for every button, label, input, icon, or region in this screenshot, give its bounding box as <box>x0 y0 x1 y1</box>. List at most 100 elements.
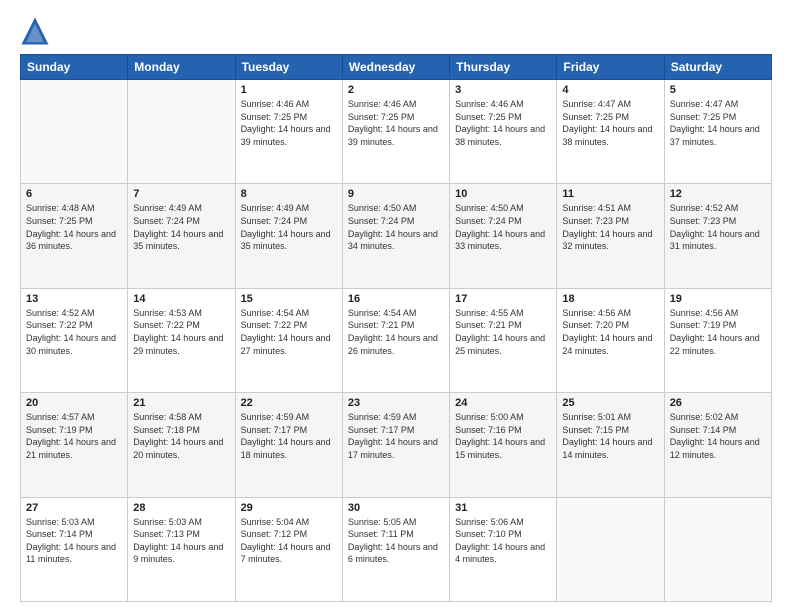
day-info: Sunrise: 4:56 AM Sunset: 7:20 PM Dayligh… <box>562 307 658 357</box>
day-number: 7 <box>133 188 229 200</box>
day-cell: 9 Sunrise: 4:50 AM Sunset: 7:24 PM Daylig… <box>342 184 449 288</box>
col-header-saturday: Saturday <box>664 55 771 80</box>
day-cell: 26Sunrise: 5:02 AM Sunset: 7:14 PM Dayli… <box>664 393 771 497</box>
day-cell: 17 Sunrise: 4:55 AM Sunset: 7:21 PM Dayli… <box>450 288 557 392</box>
day-number: 22 <box>241 397 337 409</box>
page: SundayMondayTuesdayWednesdayThursdayFrid… <box>0 0 792 612</box>
day-number: 19 <box>670 293 766 305</box>
week-row-4: 20 Sunrise: 4:57 AM Sunset: 7:19 PM Dayli… <box>21 393 772 497</box>
day-cell: 13Sunrise: 4:52 AM Sunset: 7:22 PM Dayli… <box>21 288 128 392</box>
day-info: Sunrise: 4:56 AM Sunset: 7:19 PM Dayligh… <box>670 307 766 357</box>
day-info: Sunrise: 4:46 AM Sunset: 7:25 PM Dayligh… <box>241 98 337 148</box>
day-number: 23 <box>348 397 444 409</box>
day-cell: 10Sunrise: 4:50 AM Sunset: 7:24 PM Dayli… <box>450 184 557 288</box>
day-info: Sunrise: 5:03 AM Sunset: 7:13 PM Dayligh… <box>133 516 229 566</box>
day-number: 6 <box>26 188 122 200</box>
day-cell: 18 Sunrise: 4:56 AM Sunset: 7:20 PM Dayli… <box>557 288 664 392</box>
day-info: Sunrise: 4:55 AM Sunset: 7:21 PM Dayligh… <box>455 307 551 357</box>
day-cell: 27 Sunrise: 5:03 AM Sunset: 7:14 PM Dayli… <box>21 497 128 601</box>
day-number: 13 <box>26 293 122 305</box>
day-cell: 30 Sunrise: 5:05 AM Sunset: 7:11 PM Dayli… <box>342 497 449 601</box>
day-cell: 2 Sunrise: 4:46 AM Sunset: 7:25 PM Daylig… <box>342 80 449 184</box>
day-info: Sunrise: 4:48 AM Sunset: 7:25 PM Dayligh… <box>26 202 122 252</box>
day-info: Sunrise: 4:54 AM Sunset: 7:22 PM Dayligh… <box>241 307 337 357</box>
day-cell: 7 Sunrise: 4:49 AM Sunset: 7:24 PM Daylig… <box>128 184 235 288</box>
day-cell: 5 Sunrise: 4:47 AM Sunset: 7:25 PM Daylig… <box>664 80 771 184</box>
day-cell: 15 Sunrise: 4:54 AM Sunset: 7:22 PM Dayli… <box>235 288 342 392</box>
day-number: 20 <box>26 397 122 409</box>
day-info: Sunrise: 4:52 AM Sunset: 7:23 PM Dayligh… <box>670 202 766 252</box>
logo <box>20 16 52 46</box>
calendar: SundayMondayTuesdayWednesdayThursdayFrid… <box>20 54 772 602</box>
header-row: SundayMondayTuesdayWednesdayThursdayFrid… <box>21 55 772 80</box>
day-cell <box>664 497 771 601</box>
day-info: Sunrise: 4:58 AM Sunset: 7:18 PM Dayligh… <box>133 411 229 461</box>
day-number: 3 <box>455 84 551 96</box>
day-info: Sunrise: 4:54 AM Sunset: 7:21 PM Dayligh… <box>348 307 444 357</box>
day-number: 9 <box>348 188 444 200</box>
day-number: 24 <box>455 397 551 409</box>
day-cell: 8Sunrise: 4:49 AM Sunset: 7:24 PM Daylig… <box>235 184 342 288</box>
day-cell: 11 Sunrise: 4:51 AM Sunset: 7:23 PM Dayli… <box>557 184 664 288</box>
day-number: 27 <box>26 502 122 514</box>
day-number: 15 <box>241 293 337 305</box>
day-info: Sunrise: 4:51 AM Sunset: 7:23 PM Dayligh… <box>562 202 658 252</box>
day-number: 30 <box>348 502 444 514</box>
day-cell: 23Sunrise: 4:59 AM Sunset: 7:17 PM Dayli… <box>342 393 449 497</box>
day-cell <box>21 80 128 184</box>
col-header-sunday: Sunday <box>21 55 128 80</box>
day-number: 17 <box>455 293 551 305</box>
day-cell: 4Sunrise: 4:47 AM Sunset: 7:25 PM Daylig… <box>557 80 664 184</box>
day-info: Sunrise: 5:03 AM Sunset: 7:14 PM Dayligh… <box>26 516 122 566</box>
day-info: Sunrise: 5:01 AM Sunset: 7:15 PM Dayligh… <box>562 411 658 461</box>
col-header-tuesday: Tuesday <box>235 55 342 80</box>
day-info: Sunrise: 4:50 AM Sunset: 7:24 PM Dayligh… <box>348 202 444 252</box>
day-cell: 25 Sunrise: 5:01 AM Sunset: 7:15 PM Dayli… <box>557 393 664 497</box>
day-cell: 12 Sunrise: 4:52 AM Sunset: 7:23 PM Dayli… <box>664 184 771 288</box>
day-cell: 1Sunrise: 4:46 AM Sunset: 7:25 PM Daylig… <box>235 80 342 184</box>
day-cell: 31Sunrise: 5:06 AM Sunset: 7:10 PM Dayli… <box>450 497 557 601</box>
day-cell: 28 Sunrise: 5:03 AM Sunset: 7:13 PM Dayli… <box>128 497 235 601</box>
day-number: 8 <box>241 188 337 200</box>
day-info: Sunrise: 4:49 AM Sunset: 7:24 PM Dayligh… <box>133 202 229 252</box>
day-cell: 19 Sunrise: 4:56 AM Sunset: 7:19 PM Dayli… <box>664 288 771 392</box>
week-row-1: 1Sunrise: 4:46 AM Sunset: 7:25 PM Daylig… <box>21 80 772 184</box>
day-info: Sunrise: 5:00 AM Sunset: 7:16 PM Dayligh… <box>455 411 551 461</box>
day-number: 16 <box>348 293 444 305</box>
day-number: 12 <box>670 188 766 200</box>
day-cell <box>128 80 235 184</box>
day-cell: 24 Sunrise: 5:00 AM Sunset: 7:16 PM Dayli… <box>450 393 557 497</box>
day-info: Sunrise: 4:53 AM Sunset: 7:22 PM Dayligh… <box>133 307 229 357</box>
day-info: Sunrise: 4:59 AM Sunset: 7:17 PM Dayligh… <box>241 411 337 461</box>
day-cell: 29 Sunrise: 5:04 AM Sunset: 7:12 PM Dayli… <box>235 497 342 601</box>
day-info: Sunrise: 4:47 AM Sunset: 7:25 PM Dayligh… <box>670 98 766 148</box>
day-number: 2 <box>348 84 444 96</box>
day-number: 5 <box>670 84 766 96</box>
day-number: 25 <box>562 397 658 409</box>
day-info: Sunrise: 5:05 AM Sunset: 7:11 PM Dayligh… <box>348 516 444 566</box>
col-header-thursday: Thursday <box>450 55 557 80</box>
day-cell: 3Sunrise: 4:46 AM Sunset: 7:25 PM Daylig… <box>450 80 557 184</box>
day-info: Sunrise: 5:06 AM Sunset: 7:10 PM Dayligh… <box>455 516 551 566</box>
col-header-wednesday: Wednesday <box>342 55 449 80</box>
day-cell: 16 Sunrise: 4:54 AM Sunset: 7:21 PM Dayli… <box>342 288 449 392</box>
day-info: Sunrise: 4:46 AM Sunset: 7:25 PM Dayligh… <box>348 98 444 148</box>
col-header-monday: Monday <box>128 55 235 80</box>
day-info: Sunrise: 4:57 AM Sunset: 7:19 PM Dayligh… <box>26 411 122 461</box>
day-cell <box>557 497 664 601</box>
day-number: 28 <box>133 502 229 514</box>
day-number: 18 <box>562 293 658 305</box>
day-number: 4 <box>562 84 658 96</box>
day-number: 21 <box>133 397 229 409</box>
day-number: 26 <box>670 397 766 409</box>
day-info: Sunrise: 4:50 AM Sunset: 7:24 PM Dayligh… <box>455 202 551 252</box>
day-cell: 21 Sunrise: 4:58 AM Sunset: 7:18 PM Dayli… <box>128 393 235 497</box>
day-number: 29 <box>241 502 337 514</box>
week-row-3: 13Sunrise: 4:52 AM Sunset: 7:22 PM Dayli… <box>21 288 772 392</box>
day-info: Sunrise: 5:04 AM Sunset: 7:12 PM Dayligh… <box>241 516 337 566</box>
day-number: 11 <box>562 188 658 200</box>
day-cell: 14 Sunrise: 4:53 AM Sunset: 7:22 PM Dayli… <box>128 288 235 392</box>
col-header-friday: Friday <box>557 55 664 80</box>
day-cell: 22 Sunrise: 4:59 AM Sunset: 7:17 PM Dayli… <box>235 393 342 497</box>
day-number: 14 <box>133 293 229 305</box>
